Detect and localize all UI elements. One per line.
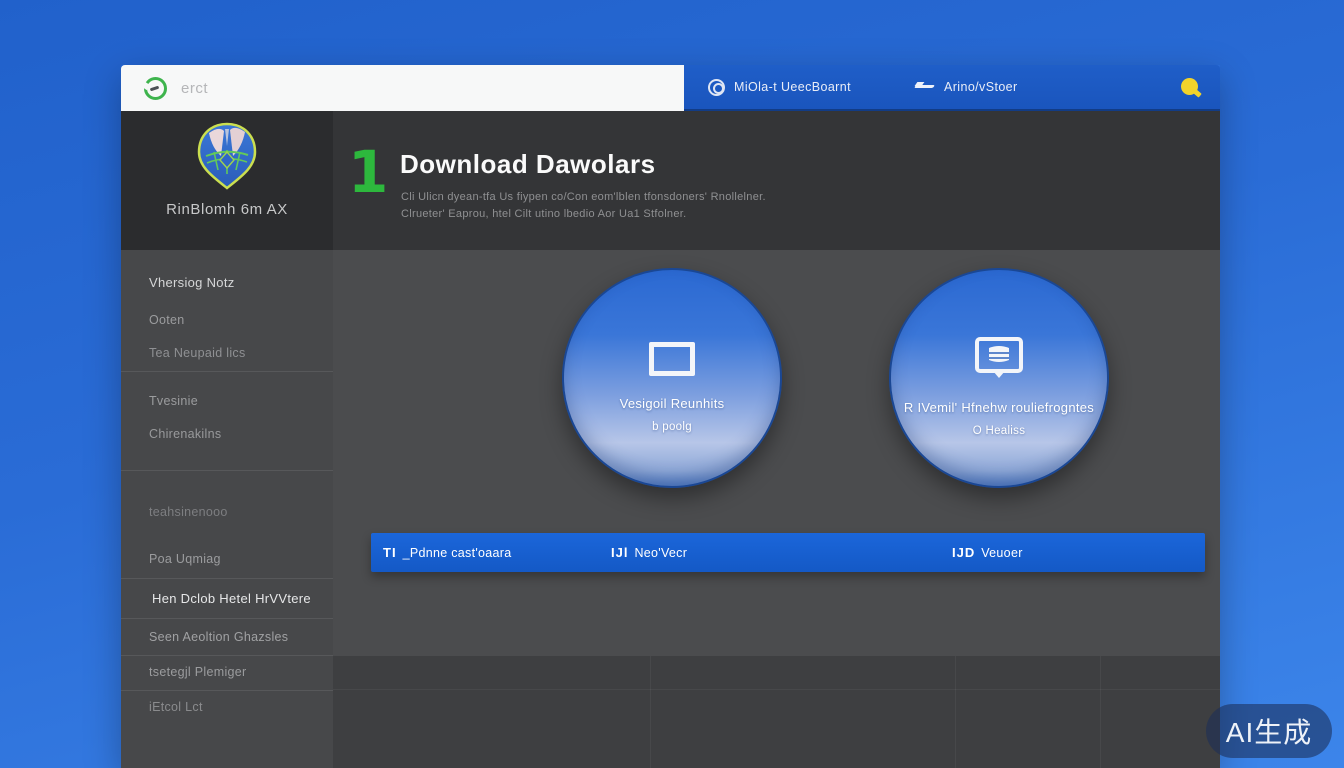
download-option-desktop[interactable]: Vesigoil Reunhits b poolg xyxy=(562,268,782,488)
grid-divider xyxy=(955,656,956,768)
sidebar-divider xyxy=(121,690,333,691)
ai-generated-watermark: AI生成 xyxy=(1206,704,1332,758)
subtitle-line-2: Clrueter' Eaprou, htel Cilt utino lbedio… xyxy=(401,206,766,223)
top-nav: MiOla-t UeecBoarnt Arino/vStoer xyxy=(684,65,1220,111)
grid-divider xyxy=(333,689,1220,690)
step-one-marker: 1 xyxy=(348,143,388,201)
sidebar-divider xyxy=(121,655,333,656)
bar-item-label: _Pdnne cast'oaara xyxy=(403,546,512,560)
sidebar-item-teahsinenooo[interactable]: teahsinenooo xyxy=(149,505,325,519)
footer-grid xyxy=(333,655,1220,768)
search-input[interactable] xyxy=(181,80,601,97)
monitor-drive-icon xyxy=(973,336,1025,380)
sidebar-item-version-notes[interactable]: Vhersiog Notz xyxy=(149,275,325,290)
main-content: 1 Download Dawolars Cli Ulicn dyean-tfa … xyxy=(333,111,1220,768)
grid-divider xyxy=(1100,656,1101,768)
gauge-icon xyxy=(144,77,167,100)
sidebar-divider xyxy=(121,470,333,471)
action-bar-item-3[interactable]: IJD Veuoer xyxy=(952,533,1023,572)
top-bar: MiOla-t UeecBoarnt Arino/vStoer xyxy=(121,65,1220,111)
flag-icon xyxy=(915,81,935,93)
shuttlecock-emblem-icon xyxy=(194,122,260,190)
badge-icon xyxy=(708,79,725,96)
circle-label: R IVemil' Hfnehw rouliefrogntes xyxy=(904,400,1094,415)
bar-item-icon: IJD xyxy=(952,545,975,560)
magnifier-icon[interactable] xyxy=(1181,78,1198,95)
circle-label: Vesigoil Reunhits xyxy=(620,396,725,411)
subtitle-line-1: Cli Ulicn dyean-tfa Us fiypen co/Con eom… xyxy=(401,189,766,206)
search-bar xyxy=(121,65,684,111)
page-subtitle: Cli Ulicn dyean-tfa Us fiypen co/Con eom… xyxy=(401,189,766,222)
grid-divider xyxy=(650,656,651,768)
sidebar-item-seen-aeoltion[interactable]: Seen Aeoltion Ghazsles xyxy=(149,630,325,644)
sidebar-item-tsetegjl[interactable]: tsetegjl Plemiger xyxy=(149,665,325,679)
sidebar-header: RinBlomh 6m AX xyxy=(121,111,333,250)
sidebar-divider xyxy=(121,578,333,579)
circle-sublabel: O Healiss xyxy=(973,425,1026,437)
main-header: 1 Download Dawolars Cli Ulicn dyean-tfa … xyxy=(333,111,1220,250)
app-window: MiOla-t UeecBoarnt Arino/vStoer xyxy=(121,65,1220,768)
sidebar-item-ietcol[interactable]: iEtcol Lct xyxy=(149,700,325,714)
sidebar-item-tvesinie[interactable]: Tvesinie xyxy=(149,394,325,408)
nav-item-label: MiOla-t UeecBoarnt xyxy=(734,80,851,94)
sidebar-item-ooten[interactable]: Ooten xyxy=(149,313,325,327)
circle-sublabel: b poolg xyxy=(652,421,692,433)
monitor-icon xyxy=(649,342,695,376)
nav-item-label: Arino/vStoer xyxy=(944,80,1018,94)
nav-item-store[interactable]: Arino/vStoer xyxy=(915,65,1018,109)
sidebar-divider xyxy=(121,618,333,619)
bar-item-icon: IJl xyxy=(611,545,628,560)
bar-item-label: Neo'Vecr xyxy=(634,546,687,560)
nav-item-dashboard[interactable]: MiOla-t UeecBoarnt xyxy=(708,65,851,109)
sidebar-item-chirenakilns[interactable]: Chirenakilns xyxy=(149,427,325,441)
bar-item-label: Veuoer xyxy=(981,546,1022,560)
sidebar-item-tea-neupaid[interactable]: Tea Neupaid lics xyxy=(149,346,325,360)
sidebar-divider xyxy=(121,371,333,372)
download-action-bar: TI _Pdnne cast'oaara IJl Neo'Vecr IJD Ve… xyxy=(371,533,1205,572)
download-option-server[interactable]: R IVemil' Hfnehw rouliefrogntes O Healis… xyxy=(889,268,1109,488)
sidebar-item-poa-uqmiag[interactable]: Poa Uqmiag xyxy=(149,552,325,566)
action-bar-item-1[interactable]: TI _Pdnne cast'oaara xyxy=(383,533,512,572)
action-bar-item-2[interactable]: IJl Neo'Vecr xyxy=(611,533,687,572)
bar-item-icon: TI xyxy=(383,545,397,560)
sidebar-item-hen-dclob[interactable]: Hen Dclob Hetel HrVVtere xyxy=(152,591,325,606)
sidebar: RinBlomh 6m AX Vhersiog Notz Ooten Tea N… xyxy=(121,111,333,768)
page-title: Download Dawolars xyxy=(400,149,656,180)
app-name: RinBlomh 6m AX xyxy=(121,201,333,218)
